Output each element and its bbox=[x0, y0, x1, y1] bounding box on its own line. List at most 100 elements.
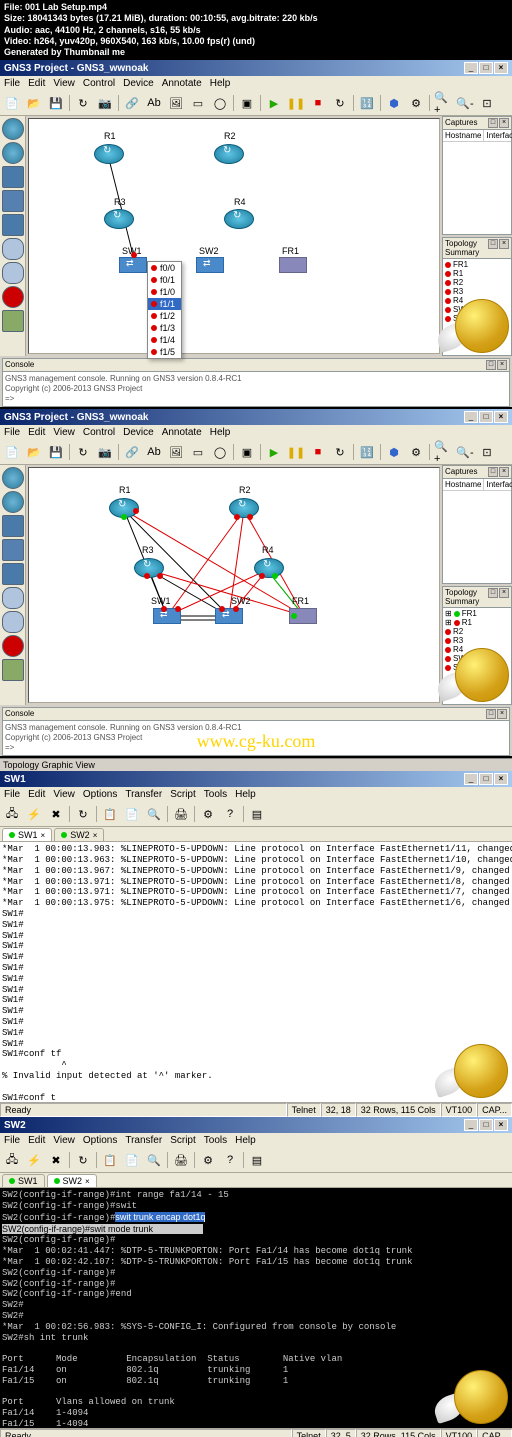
menu-edit[interactable]: Edit bbox=[28, 78, 45, 89]
panel-undock-button[interactable]: □ bbox=[488, 588, 498, 598]
maximize-button[interactable]: □ bbox=[479, 62, 493, 74]
remove-tool-icon[interactable] bbox=[2, 286, 24, 308]
router-tool-icon[interactable] bbox=[2, 118, 24, 140]
panel-undock-button[interactable]: □ bbox=[488, 239, 498, 249]
topology-canvas[interactable]: R1 R2 R3 R4 SW1 SW2 FR1 f0/0 f0/1 f1/0 f… bbox=[28, 118, 440, 354]
snapshot-button[interactable]: 📷 bbox=[95, 442, 115, 462]
tab-sw2[interactable]: SW2× bbox=[47, 1174, 97, 1187]
node-r2[interactable] bbox=[214, 144, 244, 164]
terminal-output[interactable]: *Mar 1 00:00:13.903: %LINEPROTO-5-UPDOWN… bbox=[0, 842, 512, 1102]
calc-button[interactable]: 🔢 bbox=[357, 442, 377, 462]
panel-undock-button[interactable]: □ bbox=[488, 467, 498, 477]
topo-item[interactable]: R2 bbox=[444, 627, 510, 636]
connect-button[interactable]: 🖧 bbox=[2, 804, 22, 824]
session-button[interactable]: ▤ bbox=[247, 1150, 267, 1170]
captures-col-hostname[interactable]: Hostname bbox=[443, 479, 484, 490]
node-fr1[interactable] bbox=[279, 257, 307, 273]
menu-help[interactable]: Help bbox=[210, 78, 231, 89]
panel-undock-button[interactable]: □ bbox=[488, 118, 498, 128]
gear-button[interactable]: ⚙ bbox=[406, 93, 426, 113]
reconnect-button[interactable]: ↻ bbox=[73, 804, 93, 824]
menu-tools[interactable]: Tools bbox=[204, 789, 227, 800]
properties-button[interactable]: ⚙ bbox=[198, 804, 218, 824]
help-button[interactable]: ? bbox=[220, 804, 240, 824]
cube-button[interactable]: ⬢ bbox=[384, 442, 404, 462]
router-tool2-icon[interactable] bbox=[2, 142, 24, 164]
remove-tool-icon[interactable] bbox=[2, 635, 24, 657]
topo-item[interactable]: R3 bbox=[444, 287, 510, 296]
node-sw2[interactable] bbox=[196, 257, 224, 273]
stop-button[interactable]: ■ bbox=[308, 442, 328, 462]
iface-item-f00[interactable]: f0/0 bbox=[148, 262, 181, 274]
new-button[interactable]: 📄 bbox=[2, 93, 22, 113]
copy-button[interactable]: 📋 bbox=[100, 804, 120, 824]
refresh-button[interactable]: ↻ bbox=[73, 93, 93, 113]
cube-button[interactable]: ⬢ bbox=[384, 93, 404, 113]
minimize-button[interactable]: _ bbox=[464, 1119, 478, 1131]
captures-col-hostname[interactable]: Hostname bbox=[443, 130, 484, 141]
tab-sw2[interactable]: SW2× bbox=[54, 828, 104, 841]
open-button[interactable]: 📂 bbox=[24, 442, 44, 462]
close-button[interactable]: × bbox=[494, 773, 508, 785]
title-bar[interactable]: SW2 _ □ × bbox=[0, 1117, 512, 1133]
disconnect-button[interactable]: ✖ bbox=[46, 1150, 66, 1170]
zoom-in-button[interactable]: 🔍+ bbox=[433, 93, 453, 113]
iface-item-f13[interactable]: f1/3 bbox=[148, 322, 181, 334]
print-button[interactable]: 🖨 bbox=[171, 1150, 191, 1170]
cloud-tool-icon[interactable] bbox=[2, 238, 24, 260]
node-r4[interactable] bbox=[224, 209, 254, 229]
quick-connect-button[interactable]: ⚡ bbox=[24, 1150, 44, 1170]
maximize-button[interactable]: □ bbox=[479, 773, 493, 785]
menu-edit[interactable]: Edit bbox=[28, 1135, 45, 1146]
note-button[interactable]: Ab bbox=[144, 93, 164, 113]
topo-item[interactable]: R2 bbox=[444, 278, 510, 287]
zoom-fit-button[interactable]: ⊡ bbox=[477, 93, 497, 113]
menu-view[interactable]: View bbox=[53, 789, 75, 800]
menu-view[interactable]: View bbox=[53, 78, 75, 89]
zoom-in-button[interactable]: 🔍+ bbox=[433, 442, 453, 462]
tab-close-icon[interactable]: × bbox=[93, 831, 98, 840]
session-button[interactable]: ▤ bbox=[247, 804, 267, 824]
menu-view[interactable]: View bbox=[53, 1135, 75, 1146]
topo-item[interactable]: ⊞R1 bbox=[444, 618, 510, 627]
console-output[interactable]: GNS3 management console. Running on GNS3… bbox=[3, 372, 509, 406]
print-button[interactable]: 🖨 bbox=[171, 804, 191, 824]
switch-tool-icon[interactable] bbox=[2, 166, 24, 188]
quick-connect-button[interactable]: ⚡ bbox=[24, 804, 44, 824]
menu-help[interactable]: Help bbox=[235, 1135, 256, 1146]
tab-close-icon[interactable]: × bbox=[41, 831, 46, 840]
link-button[interactable]: 🔗 bbox=[122, 93, 142, 113]
zoom-out-button[interactable]: 🔍- bbox=[455, 93, 475, 113]
close-button[interactable]: × bbox=[494, 62, 508, 74]
topology-canvas[interactable]: R1 R2 R3 R4 SW1 SW2 FR1 bbox=[28, 467, 440, 703]
connect-button[interactable]: 🖧 bbox=[2, 1150, 22, 1170]
menu-control[interactable]: Control bbox=[83, 78, 115, 89]
link-button[interactable]: 🔗 bbox=[122, 442, 142, 462]
panel-close-button[interactable]: × bbox=[499, 118, 509, 128]
hub-tool-icon[interactable] bbox=[2, 563, 24, 585]
title-bar[interactable]: GNS3 Project - GNS3_wwnoak _ □ × bbox=[0, 409, 512, 425]
reload-button[interactable]: ↻ bbox=[330, 93, 350, 113]
menu-script[interactable]: Script bbox=[170, 789, 196, 800]
panel-undock-button[interactable]: □ bbox=[486, 360, 496, 370]
save-button[interactable]: 💾 bbox=[46, 442, 66, 462]
pause-button[interactable]: ❚❚ bbox=[286, 442, 306, 462]
gear-button[interactable]: ⚙ bbox=[406, 442, 426, 462]
calc-button[interactable]: 🔢 bbox=[357, 93, 377, 113]
maximize-button[interactable]: □ bbox=[479, 411, 493, 423]
menu-tools[interactable]: Tools bbox=[204, 1135, 227, 1146]
stop-button[interactable]: ■ bbox=[308, 93, 328, 113]
reload-button[interactable]: ↻ bbox=[330, 442, 350, 462]
zoom-out-button[interactable]: 🔍- bbox=[455, 442, 475, 462]
captures-col-interface[interactable]: Interface bbox=[484, 479, 512, 490]
topo-item[interactable]: ⊞FR1 bbox=[444, 609, 510, 618]
panel-close-button[interactable]: × bbox=[499, 239, 509, 249]
menu-view[interactable]: View bbox=[53, 427, 75, 438]
menu-options[interactable]: Options bbox=[83, 789, 117, 800]
menu-annotate[interactable]: Annotate bbox=[162, 427, 202, 438]
zoom-fit-button[interactable]: ⊡ bbox=[477, 442, 497, 462]
image-button[interactable]: 🖼 bbox=[166, 93, 186, 113]
new-button[interactable]: 📄 bbox=[2, 442, 22, 462]
ellipse-button[interactable]: ◯ bbox=[210, 93, 230, 113]
tab-sw1[interactable]: SW1× bbox=[2, 828, 52, 841]
